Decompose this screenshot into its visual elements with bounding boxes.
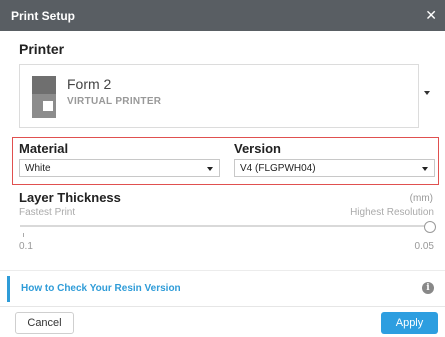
resin-version-help-link[interactable]: How to Check Your Resin Version bbox=[21, 283, 181, 294]
printer-selector[interactable]: Form 2 VIRTUAL PRINTER bbox=[19, 64, 419, 128]
close-icon[interactable]: ✕ bbox=[425, 7, 437, 23]
chevron-down-icon bbox=[207, 167, 213, 171]
divider bbox=[0, 270, 445, 271]
fastest-print-caption: Fastest Print bbox=[19, 207, 76, 218]
version-select[interactable]: V4 (FLGPWH04) bbox=[234, 159, 435, 177]
printer-icon bbox=[32, 76, 56, 118]
layer-thickness-unit: (mm) bbox=[409, 193, 433, 204]
apply-button[interactable]: Apply bbox=[381, 312, 438, 334]
highest-resolution-caption: Highest Resolution bbox=[350, 207, 434, 218]
cancel-button[interactable]: Cancel bbox=[15, 312, 74, 334]
window-title: Print Setup bbox=[11, 9, 76, 23]
layer-thickness-heading: Layer Thickness bbox=[19, 190, 121, 205]
printer-name: Form 2 bbox=[67, 76, 112, 92]
printer-heading: Printer bbox=[19, 41, 65, 57]
printer-type: VIRTUAL PRINTER bbox=[67, 96, 162, 107]
layer-thickness-slider-handle[interactable] bbox=[424, 221, 436, 233]
material-label: Material bbox=[19, 141, 69, 156]
slider-max-value: 0.05 bbox=[414, 241, 434, 252]
version-label: Version bbox=[234, 141, 281, 156]
material-value: White bbox=[25, 163, 51, 174]
help-accent-bar bbox=[7, 276, 10, 302]
slider-tick bbox=[23, 233, 24, 237]
material-select[interactable]: White bbox=[19, 159, 220, 177]
footer-divider bbox=[0, 306, 445, 307]
title-bar: Print Setup ✕ bbox=[0, 0, 445, 31]
chevron-down-icon bbox=[422, 167, 428, 171]
layer-thickness-slider-track[interactable] bbox=[20, 225, 430, 227]
version-value: V4 (FLGPWH04) bbox=[240, 163, 316, 174]
slider-min-value: 0.1 bbox=[19, 241, 33, 252]
printer-dropdown-caret-icon[interactable] bbox=[424, 91, 430, 95]
info-icon[interactable]: i bbox=[422, 282, 434, 294]
